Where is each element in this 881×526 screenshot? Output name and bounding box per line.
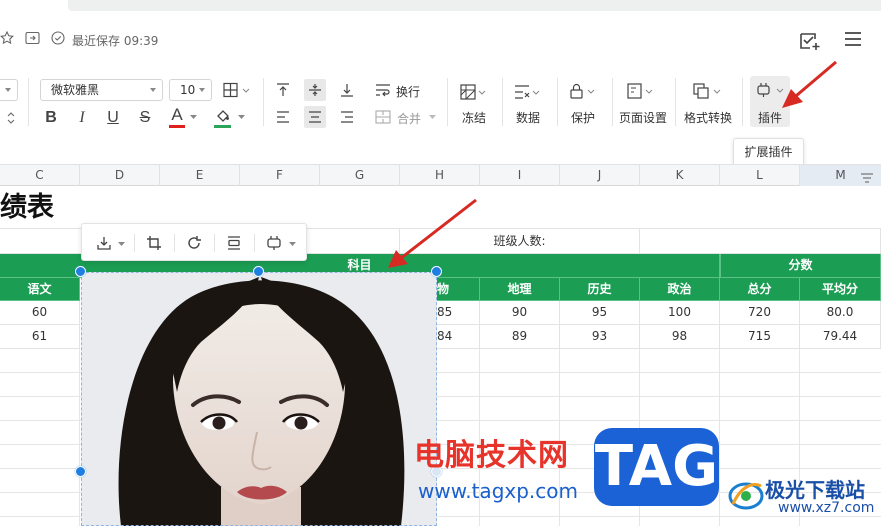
jiguang-logo-icon [727,476,765,518]
watermark-jiguang-url: www.xz7.com [778,500,875,516]
watermark-site-url: www.tagxp.com [418,479,578,503]
watermark-tag-logo: TAG [594,428,719,506]
watermark-jiguang: 极光下载站 [765,478,865,502]
watermark-site-cn: 电脑技术网 [414,438,569,473]
